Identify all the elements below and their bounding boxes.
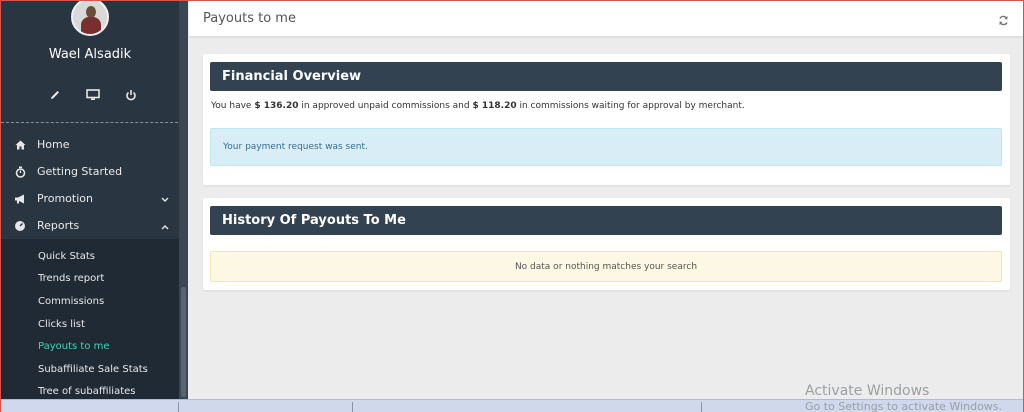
sidebar-scrollbar[interactable] xyxy=(179,1,188,399)
user-panel: Wael Alsadik xyxy=(1,1,188,123)
nav-item-label: Home xyxy=(37,138,70,151)
pending-amount: $ 118.20 xyxy=(472,101,517,111)
power-icon[interactable] xyxy=(121,86,141,104)
activation-watermark: Activate Windows Go to Settings to activ… xyxy=(805,383,1003,412)
home-icon xyxy=(13,138,27,152)
monitor-icon[interactable] xyxy=(83,86,103,104)
nav-item-reports[interactable]: Reports xyxy=(1,212,188,239)
nav-item-home[interactable]: Home xyxy=(1,131,188,158)
commission-summary: You have $ 136.20 in approved unpaid com… xyxy=(211,101,745,111)
page-header: Payouts to me xyxy=(189,1,1023,37)
payout-history-panel: History Of Payouts To Me No data or noth… xyxy=(203,198,1010,290)
main-content: Payouts to me Financial Overview You hav… xyxy=(189,1,1023,399)
submenu-item-commissions[interactable]: Commissions xyxy=(1,290,188,313)
reports-submenu: Quick Stats Trends report Commissions Cl… xyxy=(1,239,188,399)
bullhorn-icon xyxy=(13,192,27,206)
nav-item-getting-started[interactable]: Getting Started xyxy=(1,158,188,185)
username: Wael Alsadik xyxy=(48,47,132,62)
dashboard-icon xyxy=(13,219,27,233)
refresh-icon[interactable] xyxy=(998,11,1009,30)
submenu-item-trends-report[interactable]: Trends report xyxy=(1,268,188,291)
submenu-item-tree-of-subaffiliates[interactable]: Tree of subaffiliates xyxy=(1,381,188,399)
payment-request-alert: Your payment request was sent. xyxy=(210,128,1002,166)
submenu-item-quick-stats[interactable]: Quick Stats xyxy=(1,245,188,268)
chevron-down-icon xyxy=(161,193,169,206)
nav-item-promotion[interactable]: Promotion xyxy=(1,185,188,212)
stopwatch-icon xyxy=(13,165,27,179)
approved-amount: $ 136.20 xyxy=(254,101,299,111)
main-nav: Home Getting Started Promotion Reports Q… xyxy=(1,123,188,399)
page-title: Payouts to me xyxy=(203,11,296,26)
payout-history-title: History Of Payouts To Me xyxy=(210,206,1002,235)
chevron-up-icon xyxy=(161,220,169,233)
nav-item-label: Reports xyxy=(37,219,80,232)
financial-overview-panel: Financial Overview You have $ 136.20 in … xyxy=(203,54,1010,185)
nav-item-label: Promotion xyxy=(37,192,93,205)
sidebar: Wael Alsadik Home Getting Started Promot… xyxy=(1,1,188,399)
pencil-icon[interactable] xyxy=(45,86,65,104)
user-quick-actions xyxy=(45,85,141,105)
submenu-item-payouts-to-me[interactable]: Payouts to me xyxy=(1,335,188,358)
submenu-item-clicks-list[interactable]: Clicks list xyxy=(1,313,188,336)
submenu-item-subaffiliate-sale-stats[interactable]: Subaffiliate Sale Stats xyxy=(1,358,188,381)
nav-item-label: Getting Started xyxy=(37,165,123,178)
sidebar-scroll-thumb[interactable] xyxy=(181,287,186,397)
avatar[interactable] xyxy=(71,1,109,36)
empty-state-message: No data or nothing matches your search xyxy=(210,251,1002,282)
financial-overview-title: Financial Overview xyxy=(210,62,1002,91)
